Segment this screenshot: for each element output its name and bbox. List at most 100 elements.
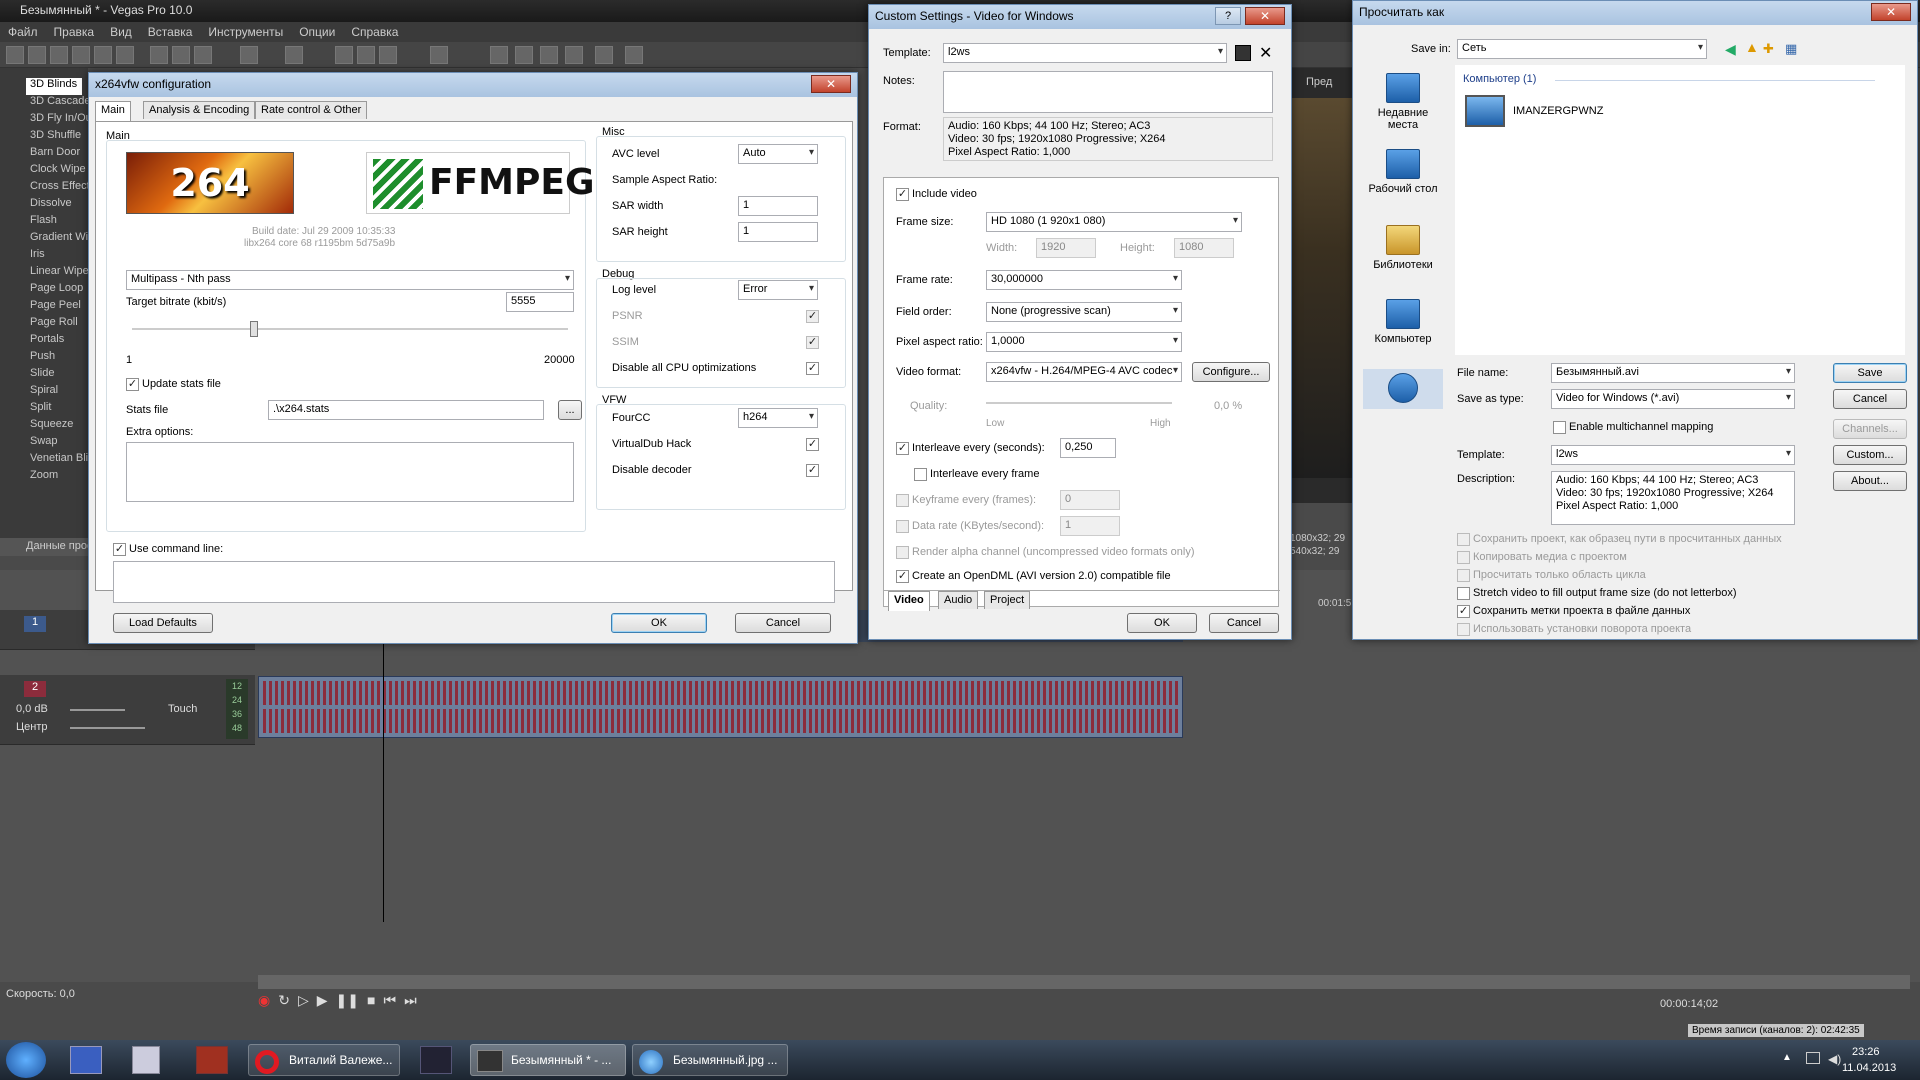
width-input[interactable]: 1920	[1036, 238, 1096, 258]
place-libraries[interactable]: Библиотеки	[1363, 225, 1443, 271]
copy-icon[interactable]	[172, 46, 190, 64]
audio-event[interactable]	[258, 676, 1183, 738]
transition-item[interactable]: Clock Wipe	[0, 163, 88, 180]
avc-level-select[interactable]: Auto	[738, 144, 818, 164]
sar-height-input[interactable]: 1	[738, 222, 818, 242]
taskbar-item[interactable]: Безымянный * - ...	[470, 1044, 626, 1076]
update-stats-checkbox[interactable]	[126, 378, 139, 391]
use-rotation-checkbox[interactable]	[1457, 623, 1470, 636]
encoding-mode-select[interactable]: Multipass - Nth pass	[126, 270, 574, 290]
volume-tray-icon[interactable]: ◀)	[1828, 1052, 1841, 1066]
tab-rate-control[interactable]: Rate control & Other	[255, 101, 368, 119]
interleave-input[interactable]: 0,250	[1060, 438, 1116, 458]
file-name-input[interactable]: Безымянный.avi	[1551, 363, 1795, 383]
project-media-tab[interactable]: Данные проекта	[0, 538, 88, 556]
menu-insert[interactable]: Вставка	[148, 25, 193, 39]
settings-icon[interactable]	[595, 46, 613, 64]
custom-button[interactable]: Custom...	[1833, 445, 1907, 465]
stop-icon[interactable]: ■	[367, 992, 375, 1016]
transition-item[interactable]: Iris	[0, 248, 88, 265]
keyframe-checkbox[interactable]	[896, 494, 909, 507]
vdub-hack-checkbox[interactable]	[806, 438, 819, 451]
start-button[interactable]	[6, 1042, 46, 1078]
menu-tools[interactable]: Инструменты	[208, 25, 283, 39]
browse-button[interactable]: ...	[558, 400, 582, 420]
use-command-line-checkbox[interactable]	[113, 543, 126, 556]
clock-date[interactable]: 11.04.2013	[1842, 1062, 1896, 1074]
delete-template-icon[interactable]: ✕	[1259, 43, 1272, 63]
taskbar-item[interactable]: Безымянный.jpg ...	[632, 1044, 788, 1076]
place-recent[interactable]: Недавние места	[1363, 73, 1443, 131]
render-icon[interactable]	[94, 46, 112, 64]
multichannel-checkbox[interactable]	[1553, 421, 1566, 434]
copy-media-checkbox[interactable]	[1457, 551, 1470, 564]
sar-width-input[interactable]: 1	[738, 196, 818, 216]
undo-icon[interactable]	[240, 46, 258, 64]
tab-main[interactable]: Main	[95, 101, 131, 121]
interleave-frame-checkbox[interactable]	[914, 468, 927, 481]
transition-item[interactable]: Zoom	[0, 469, 88, 486]
bitrate-slider[interactable]	[132, 321, 568, 337]
transition-item[interactable]: Gradient Wipe	[0, 231, 88, 248]
view-menu-icon[interactable]: ▦	[1785, 41, 1797, 57]
back-icon[interactable]: ◀	[1725, 41, 1736, 58]
field-order-select[interactable]: None (progressive scan)	[986, 302, 1182, 322]
up-folder-icon[interactable]: ▲	[1745, 39, 1759, 55]
save-icon[interactable]	[50, 46, 68, 64]
record-icon[interactable]: ◉	[258, 992, 270, 1016]
computer-name[interactable]: IMANZERGPWNZ	[1513, 105, 1603, 117]
play-icon[interactable]: ▶	[317, 992, 328, 1016]
frame-size-select[interactable]: HD 1080 (1 920x1 080)	[986, 212, 1242, 232]
quality-slider[interactable]	[986, 402, 1172, 404]
menu-file[interactable]: Файл	[8, 25, 38, 39]
save-project-path-checkbox[interactable]	[1457, 533, 1470, 546]
auto-ripple-icon[interactable]	[357, 46, 375, 64]
video-format-select[interactable]: x264vfw - H.264/MPEG-4 AVC codec	[986, 362, 1182, 382]
command-line-textarea[interactable]	[113, 561, 835, 603]
save-markers-checkbox[interactable]	[1457, 605, 1470, 618]
envelope-tool-icon[interactable]	[515, 46, 533, 64]
include-video-checkbox[interactable]	[896, 188, 909, 201]
save-in-select[interactable]: Сеть	[1457, 39, 1707, 59]
ok-button[interactable]: OK	[611, 613, 707, 633]
cancel-button[interactable]: Cancel	[735, 613, 831, 633]
transition-item[interactable]: Barn Door	[0, 146, 88, 163]
transition-item[interactable]: 3D Fly In/Out	[0, 112, 88, 129]
save-as-icon[interactable]	[72, 46, 90, 64]
close-button[interactable]: ✕	[1245, 7, 1285, 25]
loop-icon[interactable]: ↻	[278, 992, 290, 1016]
new-icon[interactable]	[6, 46, 24, 64]
about-button[interactable]: About...	[1833, 471, 1907, 491]
load-defaults-button[interactable]: Load Defaults	[113, 613, 213, 633]
close-button[interactable]: ✕	[811, 75, 851, 93]
transition-item[interactable]: Venetian Blinds	[0, 452, 88, 469]
stats-file-input[interactable]: .\x264.stats	[268, 400, 544, 420]
snap-icon[interactable]	[335, 46, 353, 64]
save-button[interactable]: Save	[1833, 363, 1907, 383]
lock-envelopes-icon[interactable]	[379, 46, 397, 64]
transition-item[interactable]: Flash	[0, 214, 88, 231]
cancel-button[interactable]: Cancel	[1209, 613, 1279, 633]
transition-item[interactable]: Page Roll	[0, 316, 88, 333]
new-folder-icon[interactable]: ✚	[1763, 41, 1774, 57]
redo-icon[interactable]	[285, 46, 303, 64]
media-app-icon[interactable]	[196, 1046, 228, 1074]
log-level-select[interactable]: Error	[738, 280, 818, 300]
automation-mode[interactable]: Touch	[168, 703, 197, 715]
normal-edit-tool-icon[interactable]	[430, 46, 448, 64]
configure-button[interactable]: Configure...	[1192, 362, 1270, 382]
help-icon[interactable]	[625, 46, 643, 64]
menu-view[interactable]: Вид	[110, 25, 132, 39]
disable-cpu-checkbox[interactable]	[806, 362, 819, 375]
pixel-aspect-select[interactable]: 1,0000	[986, 332, 1182, 352]
volume-slider[interactable]	[70, 709, 125, 711]
transition-item[interactable]: 3D Cascade	[0, 95, 88, 112]
transition-item[interactable]: Slide	[0, 367, 88, 384]
taskbar-item[interactable]: Виталий Валеже...	[248, 1044, 400, 1076]
fourcc-select[interactable]: h264	[738, 408, 818, 428]
alpha-checkbox[interactable]	[896, 546, 909, 559]
transition-item[interactable]: Swap	[0, 435, 88, 452]
horizontal-scrollbar[interactable]	[258, 975, 1910, 989]
audio-track-header[interactable]: 2 0,0 dB Touch Центр 12 24 36 48	[0, 675, 255, 745]
transition-item[interactable]: Spiral	[0, 384, 88, 401]
